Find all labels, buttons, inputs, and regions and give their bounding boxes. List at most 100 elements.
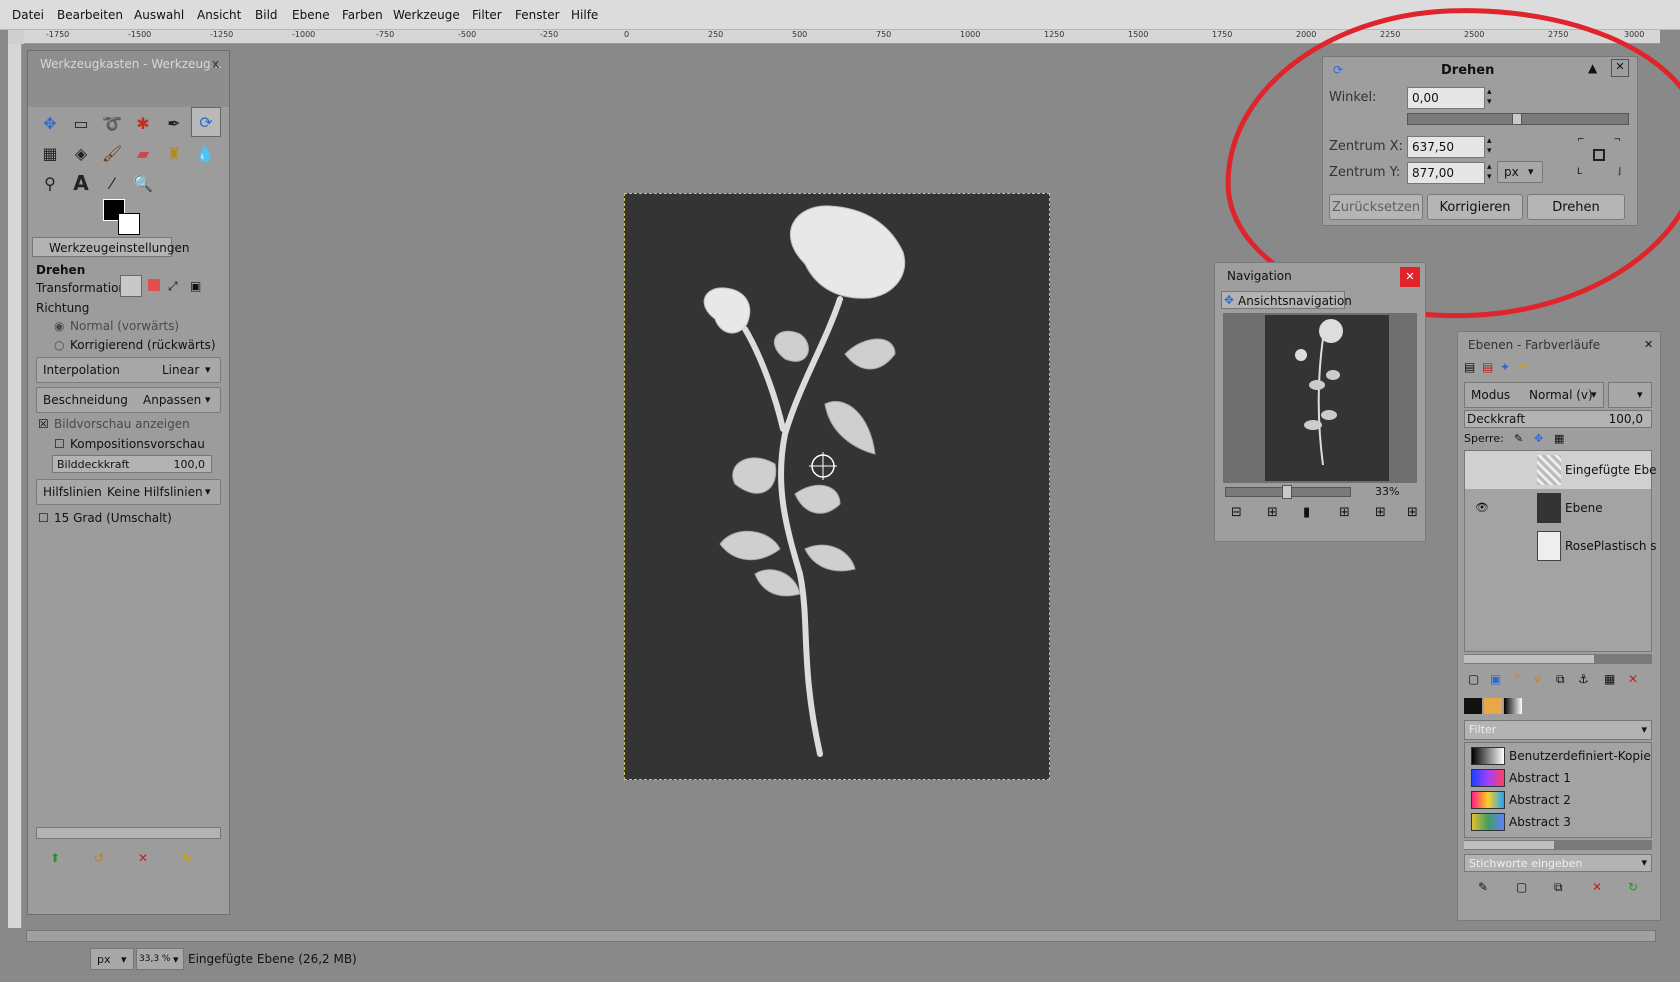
- bildvorschau-checkbox[interactable]: ☒: [38, 417, 49, 431]
- mode-extra-select[interactable]: ▾: [1608, 382, 1652, 408]
- zoom-fit-icon[interactable]: ⊞: [1339, 505, 1350, 520]
- zoom-slider[interactable]: [1225, 485, 1351, 499]
- delete-options-icon[interactable]: ✕: [138, 851, 148, 865]
- dodge-tool-icon[interactable]: ⚲: [36, 169, 64, 197]
- zoom-fill-icon[interactable]: ⊞: [1375, 505, 1386, 520]
- pin-icon[interactable]: ▲: [1588, 61, 1597, 75]
- raise-layer-icon[interactable]: ^: [1512, 672, 1522, 686]
- layers-scrollbar[interactable]: [1464, 654, 1652, 664]
- menu-hilfe[interactable]: Hilfe: [571, 8, 598, 22]
- close-icon[interactable]: ✕: [1400, 267, 1420, 287]
- new-group-icon[interactable]: ▣: [1490, 672, 1501, 686]
- bilddeckkraft-slider[interactable]: Bilddeckkraft 100,0: [52, 455, 212, 473]
- duplicate-layer-icon[interactable]: ⧉: [1556, 672, 1565, 687]
- pivot-selector[interactable]: ⌐ ¬ L ⌋: [1577, 135, 1621, 177]
- menu-fenster[interactable]: Fenster: [515, 8, 560, 22]
- lock-position-icon[interactable]: ✥: [1534, 432, 1543, 445]
- transform-selection-button[interactable]: [148, 279, 160, 291]
- menu-auswahl[interactable]: Auswahl: [134, 8, 184, 22]
- bucket-fill-tool-icon[interactable]: ◈: [67, 139, 95, 167]
- winkel-slider-handle[interactable]: [1512, 113, 1522, 125]
- text-tool-icon[interactable]: A: [67, 169, 95, 197]
- status-unit-select[interactable]: px ▾: [90, 948, 134, 970]
- checker-tool-icon[interactable]: ▦: [36, 139, 64, 167]
- winkel-spin-icon[interactable]: ▴ ▾: [1487, 87, 1492, 107]
- layer-row[interactable]: Eingefügte Ebe: [1465, 451, 1656, 489]
- zentrum-y-spin-icon[interactable]: ▴ ▾: [1487, 162, 1492, 182]
- move-tool-icon[interactable]: ✥: [36, 109, 64, 137]
- zoom-slider-handle[interactable]: [1282, 485, 1292, 499]
- lower-layer-icon[interactable]: v: [1534, 672, 1541, 686]
- menu-bild[interactable]: Bild: [255, 8, 278, 22]
- menu-bearbeiten[interactable]: Bearbeiten: [57, 8, 123, 22]
- menu-ebene[interactable]: Ebene: [292, 8, 330, 22]
- menu-filter[interactable]: Filter: [472, 8, 502, 22]
- shrink-wrap-icon[interactable]: ⊞: [1407, 505, 1418, 520]
- gradient-item[interactable]: Benutzerdefiniert-Kopie: [1471, 745, 1651, 767]
- eraser-tool-icon[interactable]: ▰: [129, 139, 157, 167]
- image-canvas[interactable]: [624, 193, 1050, 780]
- horizontal-scrollbar[interactable]: [26, 930, 1656, 942]
- radio-korrigierend-icon[interactable]: ○: [54, 338, 64, 352]
- scroll-thumb[interactable]: [1464, 841, 1554, 849]
- menu-ansicht[interactable]: Ansicht: [197, 8, 241, 22]
- paths-tool-icon[interactable]: ✒: [160, 109, 188, 137]
- modus-select[interactable]: Modus Normal (v) ▾: [1464, 382, 1604, 408]
- menu-farben[interactable]: Farben: [342, 8, 383, 22]
- layer-row[interactable]: RosePlastisch s: [1465, 527, 1657, 565]
- tab-ansichtsnavigation[interactable]: ✥ Ansichtsnavigation: [1221, 291, 1352, 309]
- reset-options-icon[interactable]: ↻: [182, 851, 192, 865]
- tab-werkzeugeinstellungen[interactable]: Werkzeugeinstellungen: [32, 237, 189, 257]
- color-picker-tool-icon[interactable]: ⁄: [98, 169, 126, 197]
- zentrum-y-field[interactable]: 877,00: [1407, 162, 1485, 184]
- zoom-in-icon[interactable]: ⊞: [1267, 505, 1278, 520]
- gradients-scrollbar[interactable]: [1464, 840, 1652, 850]
- gradient-item[interactable]: Abstract 3: [1471, 811, 1651, 833]
- lock-alpha-icon[interactable]: ▦: [1554, 432, 1564, 445]
- close-icon[interactable]: ✕: [1611, 59, 1629, 77]
- navigation-preview[interactable]: [1223, 313, 1417, 483]
- beschneidung-select[interactable]: Beschneidung Anpassen ▾: [36, 387, 221, 413]
- anchor-layer-icon[interactable]: ⚓: [1578, 672, 1589, 686]
- new-gradient-icon[interactable]: ▢: [1516, 880, 1527, 894]
- vertical-ruler[interactable]: [8, 44, 22, 928]
- gradient-item[interactable]: Abstract 2: [1471, 789, 1651, 811]
- paintbrush-tool-icon[interactable]: 🖌: [98, 139, 126, 167]
- winkel-field[interactable]: 0,00: [1407, 87, 1485, 109]
- clone-stamp-tool-icon[interactable]: ♜: [160, 139, 188, 167]
- layers-tab-icon[interactable]: ▤: [1464, 360, 1475, 374]
- filter-input[interactable]: Filter ▾: [1464, 720, 1652, 740]
- transform-image-icon[interactable]: ▣: [190, 279, 201, 293]
- mask-layer-icon[interactable]: ▦: [1604, 672, 1615, 686]
- gradients-tab-icon[interactable]: [1504, 698, 1522, 714]
- zuruecksetzen-button[interactable]: Zurücksetzen: [1329, 194, 1423, 220]
- toolbox-close-button[interactable]: x: [212, 57, 219, 71]
- drehen-button[interactable]: Drehen: [1527, 194, 1625, 220]
- save-options-icon[interactable]: ⬆: [50, 851, 60, 865]
- transform-path-icon[interactable]: ⤢: [168, 279, 178, 294]
- winkel-slider[interactable]: [1407, 113, 1629, 125]
- menu-werkzeuge[interactable]: Werkzeuge: [393, 8, 460, 22]
- transform-layer-button[interactable]: [120, 275, 142, 297]
- delete-gradient-icon[interactable]: ✕: [1592, 880, 1602, 894]
- pivot-corner-icon[interactable]: ⌋: [1617, 167, 1621, 177]
- menu-datei[interactable]: Datei: [12, 8, 44, 22]
- status-zoom-select[interactable]: 33,3 % ▾: [136, 948, 184, 970]
- rotate-tool-icon[interactable]: ⟳: [191, 107, 221, 137]
- lasso-tool-icon[interactable]: ➰: [98, 109, 126, 137]
- radio-normal-icon[interactable]: ◉: [54, 319, 64, 333]
- close-icon[interactable]: ✕: [1644, 338, 1653, 351]
- undo-tab-icon[interactable]: ↶: [1518, 360, 1528, 374]
- paths-tab-icon[interactable]: ✦: [1500, 360, 1510, 374]
- duplicate-gradient-icon[interactable]: ⧉: [1554, 880, 1563, 895]
- unit-select[interactable]: px ▾: [1497, 161, 1543, 183]
- patterns-tab-icon[interactable]: [1484, 698, 1502, 714]
- hilfslinien-select[interactable]: Hilfslinien Keine Hilfslinien ▾: [36, 479, 221, 505]
- pivot-corner-icon[interactable]: L: [1577, 167, 1582, 177]
- layer-row[interactable]: 👁 Ebene: [1465, 489, 1651, 527]
- channels-tab-icon[interactable]: ▤: [1482, 360, 1493, 374]
- blur-tool-icon[interactable]: 💧: [191, 139, 219, 167]
- brushes-tab-icon[interactable]: [1464, 698, 1482, 714]
- restore-options-icon[interactable]: ↺: [94, 851, 104, 865]
- delete-layer-icon[interactable]: ✕: [1628, 672, 1638, 686]
